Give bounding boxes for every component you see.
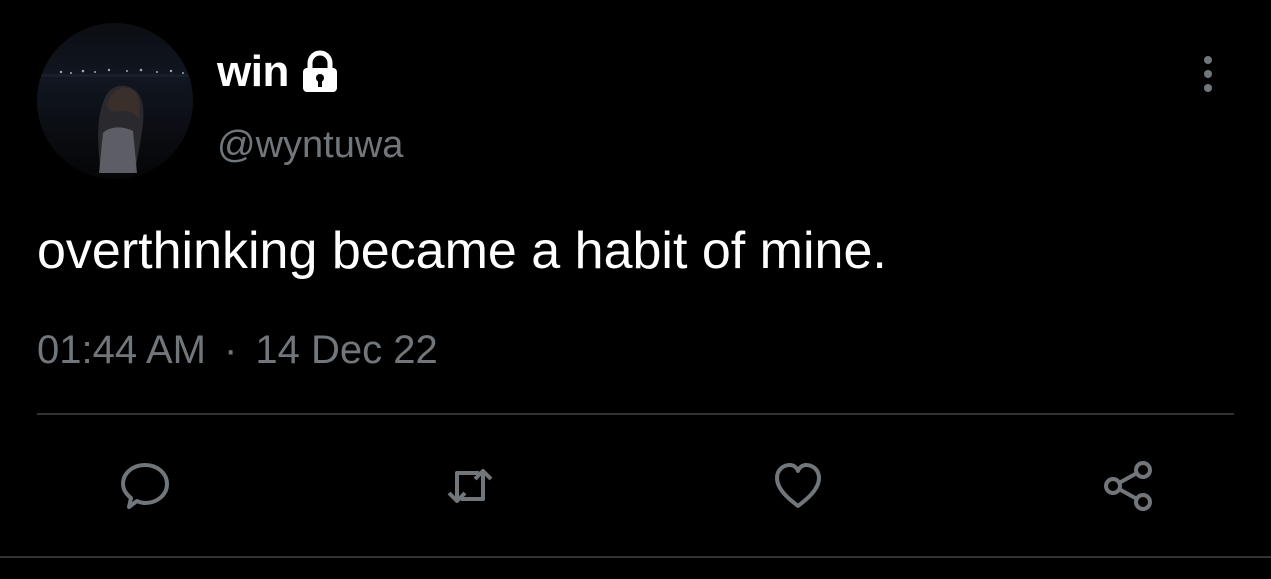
tweet-date: 14 Dec 22: [255, 328, 438, 372]
user-handle[interactable]: @wyntuwa: [217, 124, 403, 167]
display-name[interactable]: win: [217, 47, 289, 97]
profile-photo: [37, 23, 193, 179]
tweet-time: 01:44 AM: [37, 328, 207, 372]
share-button[interactable]: [1096, 454, 1160, 518]
avatar[interactable]: [37, 23, 193, 179]
retweet-button[interactable]: [438, 454, 502, 518]
tweet-timestamp[interactable]: 01:44 AM · 14 Dec 22: [37, 328, 438, 373]
reply-button[interactable]: [113, 454, 177, 518]
lock-icon: [299, 50, 341, 94]
like-button[interactable]: [766, 454, 830, 518]
bottom-divider: [0, 556, 1271, 558]
more-options-button[interactable]: [1190, 52, 1226, 96]
divider: [37, 413, 1234, 415]
tweet-text: overthinking became a habit of mine.: [37, 222, 887, 280]
more-vertical-icon: [1204, 56, 1212, 92]
author-name-row: win: [217, 44, 341, 100]
meta-separator: ·: [224, 328, 238, 372]
retweet-icon: [447, 469, 493, 503]
heart-icon: [775, 463, 821, 508]
share-icon: [1104, 461, 1152, 511]
speech-bubble-icon: [121, 463, 169, 509]
